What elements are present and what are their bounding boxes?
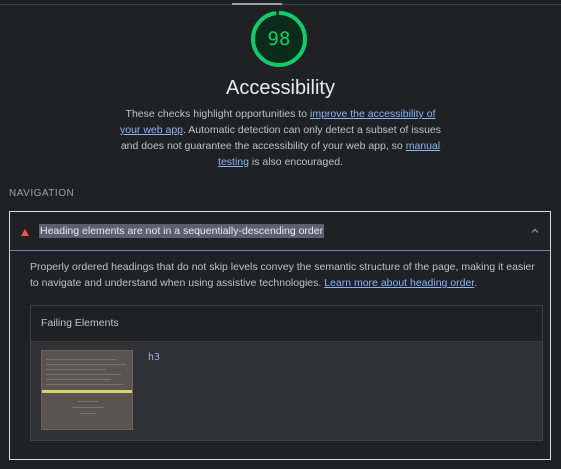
highlight-box bbox=[42, 390, 132, 393]
active-tab-indicator bbox=[232, 3, 282, 5]
description-text: These checks highlight opportunities to bbox=[125, 108, 310, 120]
failing-elements-table: Failing Elements h3 bbox=[30, 305, 543, 441]
learn-more-link[interactable]: Learn more about heading order bbox=[324, 277, 474, 289]
category-description: These checks highlight opportunities to … bbox=[118, 106, 443, 170]
element-node-snippet[interactable]: h3 bbox=[148, 352, 160, 363]
group-title: NAVIGATION bbox=[9, 188, 75, 199]
audit-description: Properly ordered headings that do not sk… bbox=[30, 259, 545, 291]
audit-header[interactable]: Heading elements are not in a sequential… bbox=[10, 212, 550, 251]
category-title: Accessibility bbox=[226, 77, 335, 99]
element-screenshot-thumbnail[interactable] bbox=[41, 350, 133, 430]
audit-title: Heading elements are not in a sequential… bbox=[39, 224, 325, 238]
chevron-up-icon[interactable] bbox=[530, 226, 540, 236]
audit-description-suffix: . bbox=[474, 277, 478, 289]
audit-heading-order: Heading elements are not in a sequential… bbox=[9, 211, 551, 460]
fail-triangle-icon bbox=[21, 229, 29, 236]
score-gauge[interactable]: 98 bbox=[250, 10, 308, 68]
description-text: is also encouraged. bbox=[248, 156, 343, 168]
failing-elements-header: Failing Elements bbox=[31, 306, 542, 342]
table-row[interactable]: h3 bbox=[31, 342, 542, 440]
score-value: 98 bbox=[267, 28, 291, 50]
